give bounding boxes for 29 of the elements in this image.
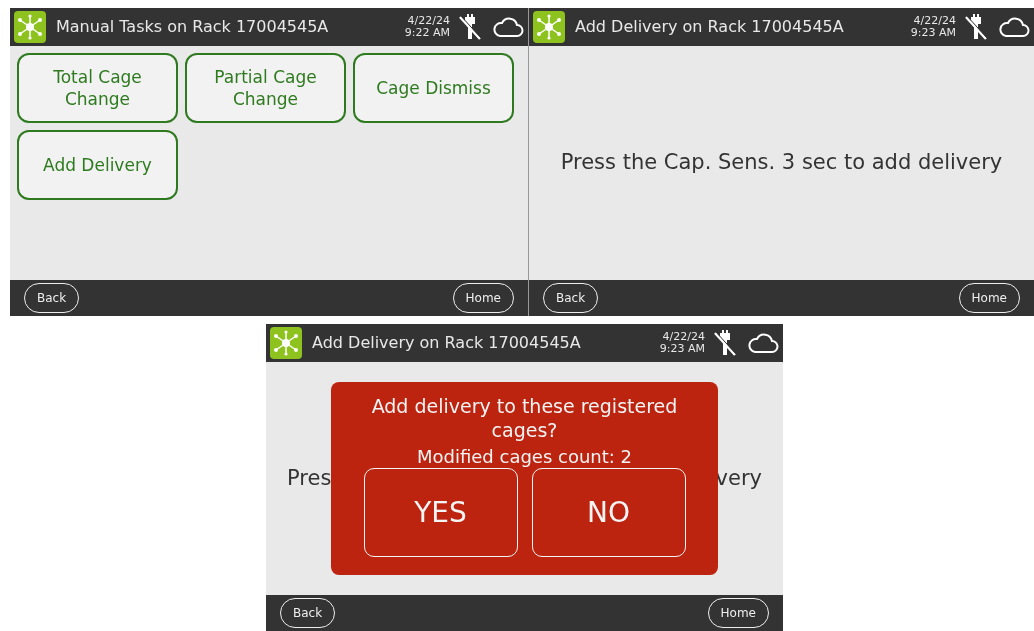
date-text: 4/22/24 [662, 331, 705, 343]
task-button[interactable]: Add Delivery [17, 130, 178, 200]
network-logo-icon [14, 11, 46, 43]
task-button[interactable]: Partial Cage Change [185, 53, 346, 123]
date-text: 4/22/24 [407, 15, 450, 27]
unplugged-icon [713, 330, 737, 356]
unplugged-icon [458, 14, 482, 40]
time-text: 9:23 AM [659, 343, 705, 355]
screen-title: Add Delivery on Rack 17004545A [575, 16, 844, 38]
cloud-icon [492, 16, 524, 38]
task-button[interactable]: Cage Dismiss [353, 53, 514, 123]
cloud-icon [998, 16, 1030, 38]
time-text: 9:23 AM [910, 27, 956, 39]
instruction-text: Pres [287, 464, 332, 492]
network-logo-icon [533, 11, 565, 43]
yes-button[interactable]: YES [363, 468, 518, 557]
instruction-text: Press the Cap. Sens. 3 sec to add delivery [560, 149, 1003, 177]
time-text: 9:22 AM [404, 27, 450, 39]
dialog-question: Add delivery to these registered cages? [370, 394, 679, 442]
cages-count-text: Modified cages count: 2 [416, 446, 633, 468]
network-logo-icon [270, 327, 302, 359]
cloud-icon [747, 332, 779, 354]
screen-title: Manual Tasks on Rack 17004545A [56, 16, 329, 38]
task-button[interactable]: Total Cage Change [17, 53, 178, 123]
no-button[interactable]: NO [531, 468, 686, 557]
unplugged-icon [964, 14, 988, 40]
instruction-text: very [715, 464, 762, 492]
screen-title: Add Delivery on Rack 17004545A [312, 332, 581, 354]
date-text: 4/22/24 [913, 15, 956, 27]
